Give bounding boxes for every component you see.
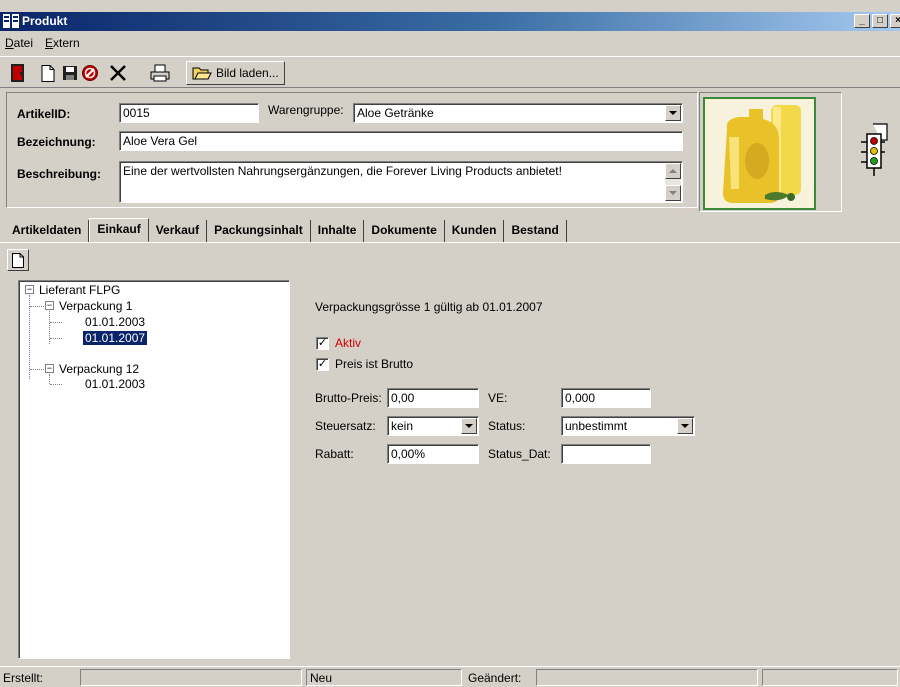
status-dropdown-button[interactable]: [677, 418, 693, 434]
warengruppe-dropdown-button[interactable]: [665, 105, 681, 121]
tab-packungsinhalt[interactable]: Packungsinhalt: [207, 220, 311, 242]
status-dat-label: Status_Dat:: [488, 447, 551, 461]
status-dat-field[interactable]: [561, 444, 651, 464]
status-bar: Erstellt: Neu Geändert:: [0, 666, 900, 687]
beschreibung-label: Beschreibung:: [17, 167, 102, 181]
warengruppe-label: Warengruppe:: [268, 103, 344, 117]
artikelid-field[interactable]: 0015: [119, 103, 259, 123]
collapse-toggle-root[interactable]: −: [25, 285, 34, 294]
scroll-down-icon: [669, 191, 677, 195]
exit-button[interactable]: [6, 61, 30, 85]
bezeichnung-label: Bezeichnung:: [17, 135, 96, 149]
tab-dokumente[interactable]: Dokumente: [364, 220, 445, 242]
erstellt-label: Erstellt:: [3, 671, 44, 685]
tab-strip-line: [0, 242, 900, 243]
rabatt-field[interactable]: 0,00%: [387, 444, 479, 464]
status-label: Status:: [488, 419, 526, 433]
scroll-up-icon: [669, 169, 677, 173]
bezeichnung-field[interactable]: Aloe Vera Gel: [119, 131, 683, 151]
beschreibung-value: Eine der wertvollsten Nahrungsergänzunge…: [123, 164, 562, 178]
beschreibung-textarea[interactable]: Eine der wertvollsten Nahrungsergänzunge…: [119, 161, 683, 203]
tab-artikeldaten[interactable]: Artikeldaten: [5, 220, 90, 242]
bruttopreis-field[interactable]: 0,00: [387, 388, 479, 408]
tab-kunden[interactable]: Kunden: [445, 220, 505, 242]
warengruppe-value: Aloe Getränke: [357, 106, 434, 120]
tree-node-pkg12-date-2003[interactable]: 01.01.2003: [85, 377, 145, 391]
aktiv-checkbox[interactable]: ✓: [316, 337, 329, 350]
header-panel: ArtikelID: 0015 Warengruppe: Aloe Geträn…: [6, 92, 698, 208]
erstellt-value: [80, 669, 302, 686]
window-title: Produkt: [22, 14, 68, 28]
status-value: unbestimmt: [565, 419, 628, 433]
product-jug-image: [705, 99, 814, 208]
rabatt-label: Rabatt:: [315, 447, 354, 461]
bruttopreis-label: Brutto-Preis:: [315, 391, 382, 405]
geaendert-value: [536, 669, 758, 686]
chevron-down-icon: [669, 111, 677, 115]
detail-heading: Verpackungsgrösse 1 gültig ab 01.01.2007: [315, 300, 543, 314]
chevron-down-icon: [465, 424, 473, 428]
ve-field[interactable]: 0,000: [561, 388, 651, 408]
steuersatz-value: kein: [391, 419, 414, 433]
scroll-down-button[interactable]: [665, 185, 681, 201]
print-button[interactable]: [148, 61, 172, 85]
new-entry-button[interactable]: [7, 249, 29, 271]
steuersatz-dropdown-button[interactable]: [461, 418, 477, 434]
menu-extern[interactable]: Extern: [45, 33, 80, 53]
tree-node-lieferant[interactable]: Lieferant FLPG: [39, 283, 120, 297]
menu-datei[interactable]: Datei: [5, 33, 33, 53]
status-extra-panel: [762, 669, 898, 686]
status-select[interactable]: unbestimmt: [561, 416, 695, 436]
preis-brutto-label[interactable]: Preis ist Brutto: [335, 357, 413, 371]
new-document-icon: [41, 64, 55, 82]
menu-bar: Datei Extern: [0, 33, 80, 53]
steuersatz-select[interactable]: kein: [387, 416, 479, 436]
title-bar[interactable]: Produkt _ □ ×: [0, 12, 900, 31]
tree-node-pkg1-date-2003[interactable]: 01.01.2003: [85, 315, 145, 329]
cancel-icon: [82, 65, 98, 81]
steuersatz-label: Steuersatz:: [315, 419, 376, 433]
traffic-light-icon[interactable]: [851, 120, 891, 180]
product-photo[interactable]: [703, 97, 816, 210]
tree-node-verpackung-12[interactable]: Verpackung 12: [59, 362, 139, 376]
delete-x-icon: [110, 65, 126, 81]
chevron-down-icon: [681, 424, 689, 428]
floppy-disk-icon: [63, 66, 77, 80]
tab-strip: Artikeldaten Einkauf Verkauf Packungsinh…: [5, 218, 567, 242]
collapse-toggle-pkg12[interactable]: −: [45, 364, 54, 373]
close-button[interactable]: ×: [890, 14, 900, 28]
beschreibung-scrollbar[interactable]: [665, 163, 681, 201]
geaendert-label: Geändert:: [468, 671, 522, 685]
tab-bestand[interactable]: Bestand: [504, 220, 567, 242]
bild-laden-label: Bild laden...: [216, 66, 279, 80]
aktiv-label[interactable]: Aktiv: [335, 336, 361, 350]
maximize-button[interactable]: □: [872, 14, 888, 28]
tree-node-pkg1-date-2007[interactable]: 01.01.2007: [83, 331, 148, 345]
delete-button[interactable]: [106, 61, 130, 85]
collapse-toggle-pkg1[interactable]: −: [45, 301, 54, 310]
new-document-icon: [12, 252, 24, 268]
ve-label: VE:: [488, 391, 508, 405]
preis-brutto-checkbox[interactable]: ✓: [316, 358, 329, 371]
cancel-button[interactable]: [78, 61, 102, 85]
tree-node-verpackung-1[interactable]: Verpackung 1: [59, 299, 132, 313]
exit-door-icon: [11, 64, 24, 82]
artikelid-label: ArtikelID:: [17, 107, 71, 121]
neu-status: Neu: [306, 669, 462, 686]
open-folder-icon: [192, 67, 212, 80]
new-button[interactable]: [36, 61, 60, 85]
bild-laden-button[interactable]: Bild laden...: [186, 61, 285, 85]
tab-einkauf[interactable]: Einkauf: [89, 218, 149, 242]
app-icon: [3, 14, 19, 28]
printer-icon: [150, 64, 170, 82]
tab-inhalte[interactable]: Inhalte: [311, 220, 365, 242]
minimize-button[interactable]: _: [854, 14, 870, 28]
warengruppe-select[interactable]: Aloe Getränke: [353, 103, 683, 123]
scroll-up-button[interactable]: [665, 163, 681, 179]
produkt-window: Produkt _ □ × Datei Extern Bild laden...…: [0, 0, 900, 687]
tab-verkauf[interactable]: Verkauf: [149, 220, 208, 242]
toolbar: Bild laden...: [0, 56, 900, 88]
lieferant-tree[interactable]: − Lieferant FLPG − Verpackung 1 01.01.20…: [18, 280, 290, 659]
